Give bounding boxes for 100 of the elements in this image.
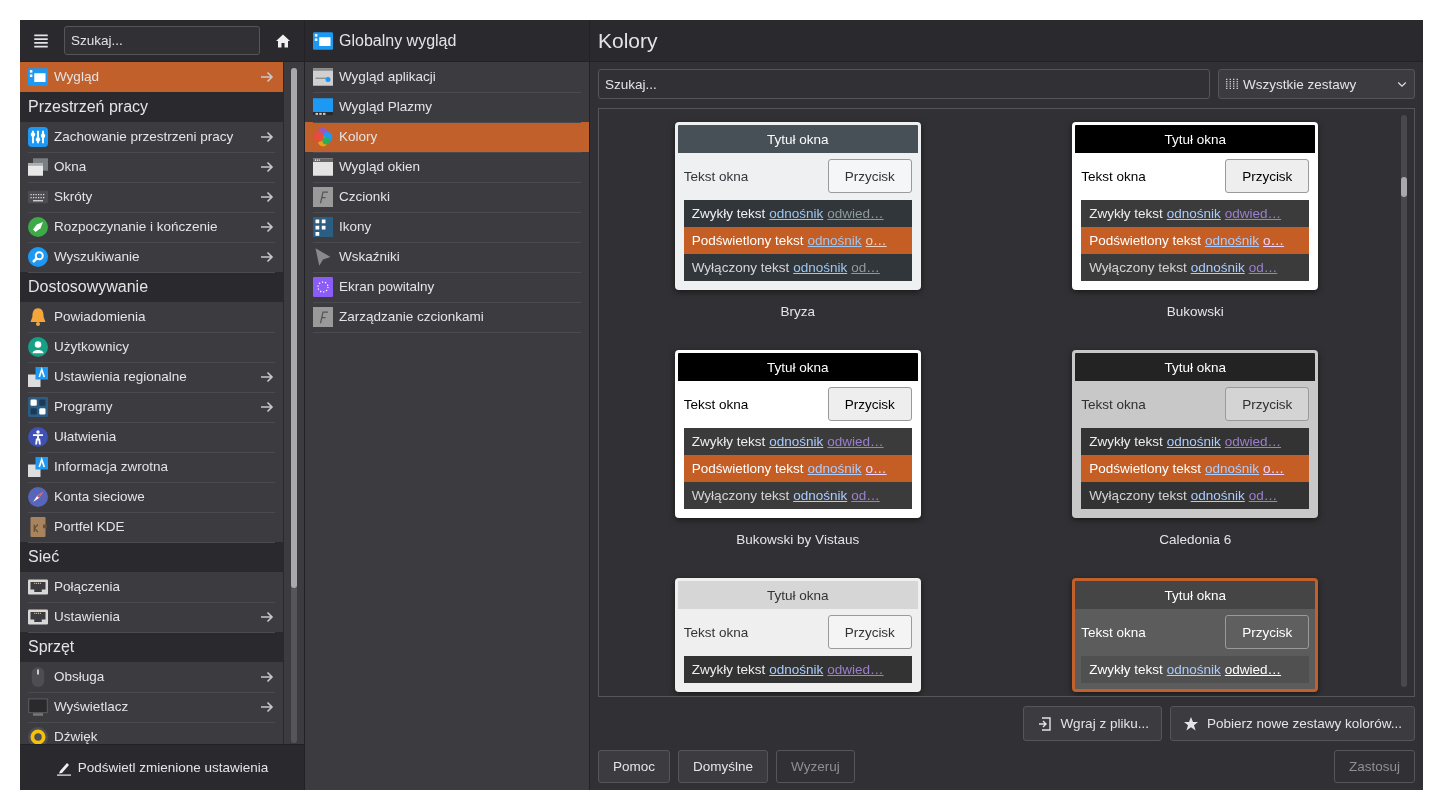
color-scheme-card[interactable]: Tytuł okna Tekst okna Przycisk Zwykły tekst odnośnik odwied… Podświetlony tekst odnośnik o… Wyłączony tekst odnośnik od… bbox=[1072, 350, 1319, 518]
scrollbar-thumb[interactable] bbox=[1401, 177, 1407, 197]
grid-icon bbox=[313, 216, 333, 237]
preview-row-text: Podświetlony tekst bbox=[1089, 233, 1202, 248]
color-scheme-card[interactable]: Tytuł okna Tekst okna Przycisk Zwykły tekst odnośnik odwied… Podświetlony tekst odnośnik o… Wyłączony tekst odnośnik od… bbox=[674, 122, 921, 290]
window-icon bbox=[313, 156, 333, 177]
preview-text: Tekst okna bbox=[683, 624, 749, 640]
sidebar-item[interactable]: Konta sieciowe bbox=[20, 482, 283, 512]
scrollbar[interactable] bbox=[291, 68, 297, 743]
sidebar-item[interactable]: Rozpoczynanie i kończenie bbox=[20, 212, 283, 242]
sidebar-item[interactable]: Informacja zwrotna bbox=[20, 452, 283, 482]
preview-row-text: Wyłączony tekst bbox=[691, 260, 790, 275]
search-icon bbox=[28, 246, 48, 267]
list-item[interactable]: Zarządzanie czcionkami bbox=[305, 302, 589, 332]
preview-visited-link: odwied… bbox=[1224, 434, 1282, 449]
preview-visited-link: odwied… bbox=[827, 206, 884, 221]
page-title: Kolory bbox=[590, 20, 1423, 62]
import-icon bbox=[1036, 715, 1053, 732]
preview-row-text: Zwykły tekst bbox=[1089, 662, 1163, 677]
preview-button: Przycisk bbox=[1225, 615, 1310, 649]
preview-title-bar: Tytuł okna bbox=[677, 125, 918, 153]
scrollbar-thumb[interactable] bbox=[291, 68, 297, 588]
sidebar-item[interactable]: Połączenia bbox=[20, 572, 283, 602]
preview-title-bar: Tytuł okna bbox=[1075, 581, 1316, 609]
sidebar-item[interactable]: Skróty bbox=[20, 182, 283, 212]
sidebar-item[interactable]: Zachowanie przestrzeni pracy bbox=[20, 122, 283, 152]
preview-visited-link: o… bbox=[1263, 233, 1285, 248]
preview-visited-link: od… bbox=[851, 260, 880, 275]
preview-text: Tekst okna bbox=[1081, 168, 1146, 184]
sidebar-item[interactable]: Obsługa bbox=[20, 662, 283, 692]
preview-visited-link: odwied… bbox=[827, 434, 884, 449]
sidebar-item[interactable]: Wyświetlacz bbox=[20, 692, 283, 722]
sidebar-item[interactable]: Okna bbox=[20, 152, 283, 182]
preview-visited-link: o… bbox=[865, 461, 887, 476]
list-item[interactable]: Ekran powitalny bbox=[305, 272, 589, 302]
color-scheme-card[interactable]: Tytuł okna Tekst okna Przycisk Zwykły tekst odnośnik odwied… Podświetlony tekst odnośnik o… Wyłączony tekst odnośnik od… bbox=[1072, 122, 1319, 290]
sidebar-item[interactable]: Użytkownicy bbox=[20, 332, 283, 362]
font-icon bbox=[313, 186, 333, 207]
preview-title-bar: Tytuł okna bbox=[677, 353, 918, 381]
preview-row-text: Podświetlony tekst bbox=[1089, 461, 1202, 476]
user-icon bbox=[28, 336, 48, 357]
preview-button: Przycisk bbox=[1225, 159, 1310, 193]
list-item[interactable]: Wygląd okien bbox=[305, 152, 589, 182]
preview-row-text: Zwykły tekst bbox=[691, 206, 766, 221]
sidebar-item[interactable]: Ustawienia bbox=[20, 602, 283, 632]
search-field[interactable]: Szukaj... bbox=[598, 69, 1210, 99]
star-icon bbox=[1182, 715, 1199, 732]
sidebar-item[interactable]: Portfel KDE bbox=[20, 512, 283, 542]
compass-icon bbox=[28, 486, 48, 507]
font-icon bbox=[313, 306, 333, 327]
color-scheme-card[interactable]: Tytuł okna Tekst okna Przycisk Zwykły tekst odnośnik odwied… Podświetlony tekst odnośnik o… Wyłączony tekst odnośnik od… bbox=[674, 350, 921, 518]
preview-text: Tekst okna bbox=[683, 168, 749, 184]
preview-row-text: Wyłączony tekst bbox=[691, 488, 790, 503]
preview-visited-link: o… bbox=[865, 233, 887, 248]
preview-link: odnośnik bbox=[1205, 233, 1260, 248]
scrollbar[interactable] bbox=[1401, 115, 1407, 687]
wallet-icon bbox=[28, 516, 48, 537]
preview-link: odnośnik bbox=[793, 260, 848, 275]
list-item[interactable]: Wskaźniki bbox=[305, 242, 589, 272]
sidebar-item[interactable]: Ułatwienia bbox=[20, 422, 283, 452]
preview-button: Przycisk bbox=[827, 387, 912, 421]
sidebar-item[interactable]: Wyszukiwanie bbox=[20, 242, 283, 272]
dialog-button[interactable]: Pomoc bbox=[598, 750, 671, 783]
preview-link: odnośnik bbox=[793, 488, 848, 503]
dialog-button[interactable]: Domyślne bbox=[678, 750, 769, 783]
list-item[interactable]: Wygląd aplikacji bbox=[305, 62, 589, 92]
section-header: Sieć bbox=[20, 542, 283, 572]
document-icon bbox=[28, 456, 48, 477]
preview-link: odnośnik bbox=[1166, 662, 1221, 677]
color-scheme-card[interactable]: Tytuł okna Tekst okna Przycisk Zwykły tekst odnośnik odwied… bbox=[1072, 578, 1319, 692]
accessibility-icon bbox=[28, 426, 48, 447]
preview-row-text: Zwykły tekst bbox=[1089, 434, 1163, 449]
panel-icon bbox=[313, 96, 333, 117]
action-button[interactable]: Pobierz nowe zestawy kolorów... bbox=[1169, 706, 1415, 741]
sliders-icon bbox=[28, 126, 48, 147]
search-field[interactable]: Szukaj... bbox=[64, 26, 260, 55]
color-wheel-icon bbox=[313, 126, 333, 147]
list-item[interactable]: Ikony bbox=[305, 212, 589, 242]
color-scheme-card[interactable]: Tytuł okna Tekst okna Przycisk Zwykły tekst odnośnik odwied… bbox=[674, 578, 921, 692]
preview-row-text: Podświetlony tekst bbox=[691, 233, 804, 248]
sidebar-item[interactable]: Programy bbox=[20, 392, 283, 422]
preview-link: odnośnik bbox=[769, 434, 824, 449]
section-header: Dostosowywanie bbox=[20, 272, 283, 302]
section-header: Sprzęt bbox=[20, 632, 283, 662]
list-item[interactable]: Wygląd Plazmy bbox=[305, 92, 589, 122]
preview-button: Przycisk bbox=[827, 615, 912, 649]
preview-row-text: Podświetlony tekst bbox=[691, 461, 804, 476]
sidebar-item[interactable]: Ustawienia regionalne bbox=[20, 362, 283, 392]
list-item[interactable]: Czcionki bbox=[305, 182, 589, 212]
preview-link: odnośnik bbox=[769, 206, 824, 221]
bell-icon bbox=[28, 306, 48, 327]
sidebar-item[interactable]: Powiadomienia bbox=[20, 302, 283, 332]
preview-visited-link: od… bbox=[851, 488, 880, 503]
preview-link: odnośnik bbox=[1205, 461, 1260, 476]
section-header: Przestrzeń pracy bbox=[20, 92, 283, 122]
preview-visited-link: odwied… bbox=[1224, 206, 1282, 221]
action-button[interactable]: Wgraj z pliku... bbox=[1023, 706, 1162, 741]
windows-icon bbox=[28, 156, 48, 177]
filter-dropdown[interactable]: Wszystkie zestawy bbox=[1218, 69, 1415, 99]
window-icon bbox=[313, 30, 333, 51]
